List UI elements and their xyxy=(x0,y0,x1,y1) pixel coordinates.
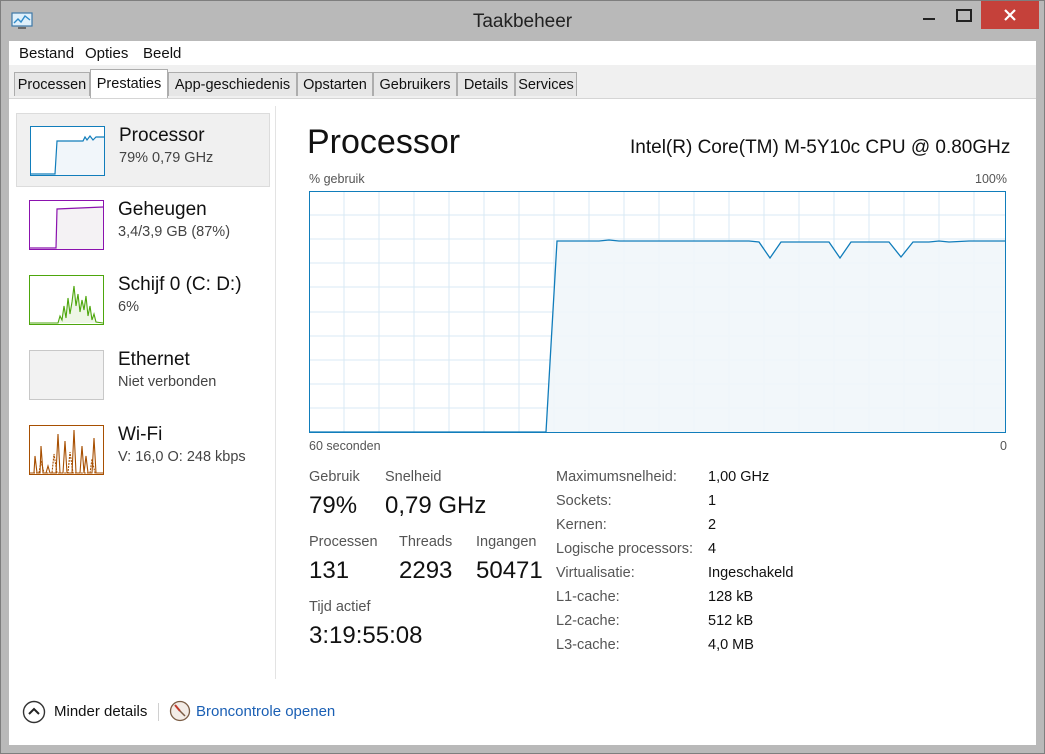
sidebar-item-label: Schijf 0 (C: D:) xyxy=(118,274,242,295)
tab-app-geschiedenis[interactable]: App-geschiedenis xyxy=(168,72,297,96)
speed-value: 0,79 GHz xyxy=(385,492,487,519)
page-title: Processor xyxy=(307,123,461,161)
sidebar-item-label: Geheugen xyxy=(118,199,207,220)
spec-value-max-speed: 1,00 GHz xyxy=(708,469,770,485)
sidebar-item-wifi[interactable]: Wi-Fi V: 16,0 O: 248 kbps xyxy=(16,413,270,487)
disk-thumbnail xyxy=(29,275,104,325)
minimize-icon xyxy=(923,18,935,20)
title-bar[interactable]: Taakbeheer xyxy=(1,1,1044,41)
footer-bar: Minder details Broncontrole openen xyxy=(9,679,1036,745)
graph-y-axis-label: % gebruik xyxy=(309,172,365,186)
sidebar-item-disk[interactable]: Schijf 0 (C: D:) 6% xyxy=(16,263,270,337)
tab-details[interactable]: Details xyxy=(457,72,515,96)
window-title: Taakbeheer xyxy=(472,11,573,32)
menu-bar: Bestand Opties Beeld xyxy=(9,41,1036,65)
memory-mini-graph xyxy=(30,206,104,249)
usage-label: Gebruik xyxy=(309,469,360,485)
sidebar-item-ethernet[interactable]: Ethernet Niet verbonden xyxy=(16,338,270,412)
spec-key-l3-cache: L3-cache: xyxy=(556,637,620,653)
threads-label: Threads xyxy=(399,534,453,550)
open-resource-monitor-link[interactable]: Broncontrole openen xyxy=(196,703,335,720)
panel-divider[interactable] xyxy=(275,106,276,679)
client-area: Bestand Opties Beeld Processen Prestatie… xyxy=(9,41,1036,745)
tab-prestaties[interactable]: Prestaties xyxy=(90,69,168,98)
spec-key-max-speed: Maximumsnelheid: xyxy=(556,469,677,485)
wifi-receive-value: 248 kbps xyxy=(186,449,246,465)
tab-opstarten[interactable]: Opstarten xyxy=(297,72,373,96)
close-button[interactable] xyxy=(981,1,1039,29)
processes-label: Processen xyxy=(309,534,378,550)
spec-value-sockets: 1 xyxy=(708,493,717,509)
wifi-mini-graph xyxy=(30,429,103,474)
spec-key-l1-cache: L1-cache: xyxy=(556,589,620,605)
sidebar-item-processor[interactable]: Processor 79% 0,79 GHz xyxy=(16,113,270,187)
sidebar-item-label: Wi-Fi xyxy=(118,424,163,445)
spec-value-l1-cache: 128 kB xyxy=(708,589,754,605)
spec-value-l3-cache: 4,0 MB xyxy=(708,637,754,653)
usage-value: 79% xyxy=(309,492,358,519)
tab-strip: Processen Prestaties App-geschiedenis Op… xyxy=(9,65,1036,99)
maximize-button[interactable] xyxy=(946,1,982,31)
ethernet-thumbnail xyxy=(29,350,104,400)
sidebar-item-memory[interactable]: Geheugen 3,4/3,9 GB (87%) xyxy=(16,188,270,262)
processes-value: 131 xyxy=(309,557,350,584)
spec-value-virtualization: Ingeschakeld xyxy=(708,565,794,581)
sidebar-item-subtext: Niet verbonden xyxy=(118,374,217,390)
maximize-icon xyxy=(956,9,972,22)
chevron-up-circle-icon[interactable] xyxy=(22,700,46,724)
menu-file[interactable]: Bestand xyxy=(19,45,74,62)
processor-thumbnail xyxy=(30,126,105,176)
handles-label: Ingangen xyxy=(476,534,537,550)
processor-mini-graph xyxy=(31,135,104,175)
wifi-send-value: 16,0 xyxy=(135,449,164,465)
task-manager-window: Taakbeheer Bestand Opties Beeld Processe… xyxy=(0,0,1045,754)
sidebar-item-subtext: 79% 0,79 GHz xyxy=(119,150,214,166)
wifi-thumbnail xyxy=(29,425,104,475)
spec-value-cores: 2 xyxy=(708,517,717,533)
footer-divider xyxy=(158,703,159,721)
sidebar-item-subtext: 3,4/3,9 GB (87%) xyxy=(118,224,231,240)
sidebar-item-label: Ethernet xyxy=(118,349,190,370)
spec-value-l2-cache: 512 kB xyxy=(708,613,754,629)
tab-services[interactable]: Services xyxy=(515,72,577,96)
graph-x-left-label: 60 seconden xyxy=(309,439,381,453)
handles-value: 50471 xyxy=(476,557,543,584)
uptime-label: Tijd actief xyxy=(309,599,371,615)
memory-thumbnail xyxy=(29,200,104,250)
spec-key-logical-processors: Logische processors: xyxy=(556,541,694,557)
uptime-value: 3:19:55:08 xyxy=(309,622,423,649)
cpu-model-name: Intel(R) Core(TM) M-5Y10c CPU @ 0.80GHz xyxy=(630,137,1011,158)
wifi-send-label: V: xyxy=(118,449,132,465)
spec-key-cores: Kernen: xyxy=(556,517,607,533)
menu-options[interactable]: Opties xyxy=(85,45,128,62)
cpu-usage-area xyxy=(546,240,1006,433)
spec-key-virtualization: Virtualisatie: xyxy=(556,565,635,581)
cpu-usage-graph xyxy=(309,191,1006,433)
spec-key-sockets: Sockets: xyxy=(556,493,612,509)
graph-x-right-label: 0 xyxy=(1000,439,1007,453)
speed-label: Snelheid xyxy=(385,469,442,485)
tab-processen[interactable]: Processen xyxy=(14,72,90,96)
spec-key-l2-cache: L2-cache: xyxy=(556,613,620,629)
threads-value: 2293 xyxy=(399,557,453,584)
tab-gebruikers[interactable]: Gebruikers xyxy=(373,72,457,96)
wifi-receive-label: O: xyxy=(167,449,183,465)
spec-value-logical-processors: 4 xyxy=(708,541,717,557)
sidebar-item-label: Processor xyxy=(119,125,205,146)
close-icon xyxy=(1004,9,1016,21)
graph-y-max-label: 100% xyxy=(975,172,1007,186)
resource-monitor-icon xyxy=(169,700,191,722)
sidebar-item-subtext: V: 16,0 O: 248 kbps xyxy=(118,449,246,465)
sidebar-item-subtext: 6% xyxy=(118,299,139,315)
disk-mini-graph xyxy=(30,285,104,324)
menu-view[interactable]: Beeld xyxy=(143,45,181,62)
less-details-button[interactable]: Minder details xyxy=(54,703,147,720)
